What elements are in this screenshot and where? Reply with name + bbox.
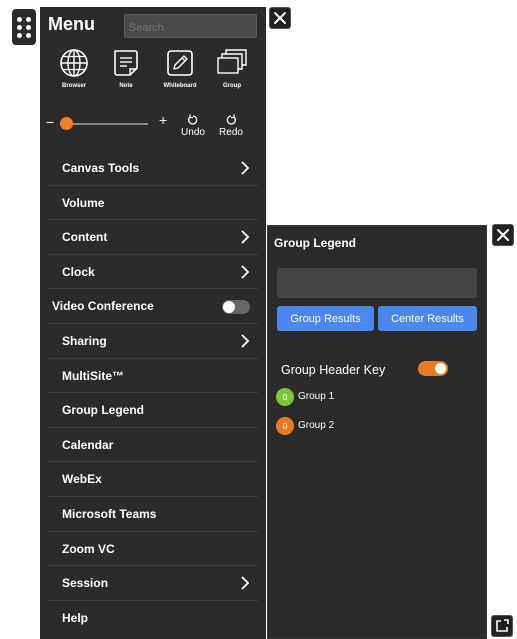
note-icon xyxy=(114,50,138,76)
menu-item-label: Zoom VC xyxy=(62,541,115,556)
menu-item-video-conference[interactable]: Video Conference xyxy=(48,289,258,324)
menu-item-list: Canvas Tools Volume Content Clock Video … xyxy=(48,151,258,635)
menu-item-label: Help xyxy=(62,610,89,625)
handle-dot xyxy=(26,32,31,38)
undo-button[interactable]: Undo xyxy=(178,114,208,138)
undo-icon xyxy=(188,114,198,125)
handle-dot xyxy=(17,24,22,30)
volume-minus-button[interactable]: − xyxy=(46,114,54,130)
center-results-button[interactable]: Center Results xyxy=(378,306,477,331)
whiteboard-tool-button[interactable]: Whiteboard xyxy=(156,48,204,89)
group-label: Group 2 xyxy=(298,420,335,431)
volume-slider[interactable]: − xyxy=(46,114,150,130)
handle-dot xyxy=(17,16,22,22)
legend-title: Group Legend xyxy=(274,236,356,250)
tool-label-note: Note xyxy=(119,83,133,89)
group-label: Group 1 xyxy=(298,391,335,402)
volume-plus-button[interactable]: + xyxy=(159,112,167,128)
menu-item-label: MultiSite™ xyxy=(62,368,124,383)
menu-panel: Menu Browser Note Whiteboard xyxy=(40,7,266,639)
handle-dot xyxy=(17,32,22,38)
menu-item-label: Microsoft Teams xyxy=(62,506,157,521)
undo-label: Undo xyxy=(181,127,205,138)
menu-item-help[interactable]: Help xyxy=(48,601,258,636)
menu-item-label: Canvas Tools xyxy=(62,161,140,175)
group-icon xyxy=(217,49,247,74)
handle-dot xyxy=(26,16,31,22)
menu-title: Menu xyxy=(48,14,95,34)
menu-item-volume[interactable]: Volume xyxy=(48,186,258,221)
whiteboard-icon xyxy=(167,50,193,76)
group-count-badge: 0 xyxy=(276,417,294,435)
menu-item-label: Sharing xyxy=(62,333,107,348)
menu-item-microsoft-teams[interactable]: Microsoft Teams xyxy=(48,497,258,532)
close-icon xyxy=(274,12,286,24)
menu-item-label: Calendar xyxy=(62,437,114,452)
expand-button[interactable] xyxy=(491,615,513,637)
menu-item-multisite[interactable]: MultiSite™ xyxy=(48,359,258,394)
close-icon xyxy=(497,229,509,241)
menu-item-label: Volume xyxy=(62,195,105,210)
menu-item-sharing[interactable]: Sharing xyxy=(48,324,258,359)
note-tool-button[interactable]: Note xyxy=(102,48,150,89)
menu-item-label: Session xyxy=(62,576,109,591)
toggle-knob xyxy=(223,301,235,314)
menu-item-label: Video Conference xyxy=(52,299,154,314)
redo-icon xyxy=(226,114,236,125)
tool-label-browser: Browser xyxy=(61,83,86,89)
chevron-right-icon xyxy=(241,334,250,348)
legend-text-field[interactable] xyxy=(277,268,477,298)
tool-label-group: Group xyxy=(223,83,241,89)
group-tool-button[interactable]: Group xyxy=(208,48,256,89)
chevron-right-icon xyxy=(241,265,250,279)
group-results-button[interactable]: Group Results xyxy=(277,306,374,331)
search-input[interactable] xyxy=(124,14,257,38)
toggle-knob xyxy=(435,363,446,374)
redo-button[interactable]: Redo xyxy=(216,114,246,138)
menu-item-webex[interactable]: WebEx xyxy=(48,462,258,497)
chevron-right-icon xyxy=(241,576,250,590)
menu-item-calendar[interactable]: Calendar xyxy=(48,428,258,463)
chevron-right-icon xyxy=(241,230,250,244)
menu-item-group-legend[interactable]: Group Legend xyxy=(48,393,258,428)
menu-item-label: Group Legend xyxy=(62,403,144,418)
tool-label-whiteboard: Whiteboard xyxy=(163,83,197,89)
globe-icon xyxy=(60,49,88,77)
expand-icon xyxy=(496,619,509,632)
browser-tool-button[interactable]: Browser xyxy=(50,48,98,89)
menu-item-zoom-vc[interactable]: Zoom VC xyxy=(48,532,258,567)
group-count-badge: 0 xyxy=(276,388,294,406)
menu-item-label: Content xyxy=(62,230,108,245)
group-legend-panel: Group Legend Group Results Center Result… xyxy=(267,225,487,639)
legend-close-button[interactable] xyxy=(492,224,514,246)
menu-item-content[interactable]: Content xyxy=(48,220,258,255)
menu-item-label: WebEx xyxy=(62,472,102,487)
volume-slider-track xyxy=(62,123,148,125)
menu-close-button[interactable] xyxy=(269,7,291,29)
group-header-key-label: Group Header Key xyxy=(281,363,386,377)
menu-item-clock[interactable]: Clock xyxy=(48,255,258,290)
menu-item-canvas-tools[interactable]: Canvas Tools xyxy=(48,151,258,186)
redo-label: Redo xyxy=(219,127,243,138)
menu-item-label: Clock xyxy=(62,264,95,279)
video-conference-toggle[interactable] xyxy=(222,300,250,315)
menu-item-session[interactable]: Session xyxy=(48,566,258,601)
menu-drag-handle[interactable] xyxy=(12,9,36,45)
group-header-key-toggle[interactable] xyxy=(418,361,448,376)
chevron-right-icon xyxy=(241,161,250,175)
handle-dot xyxy=(26,24,31,30)
volume-slider-thumb[interactable] xyxy=(60,117,73,130)
